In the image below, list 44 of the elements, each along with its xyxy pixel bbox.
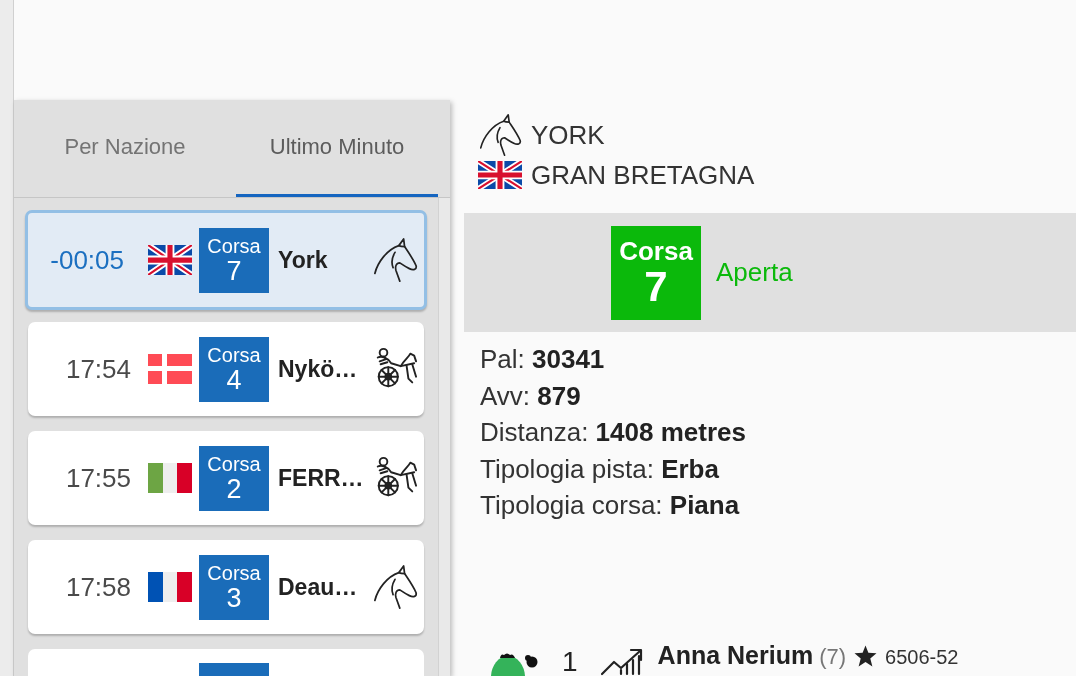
badge-label: Corsa	[207, 562, 261, 584]
race-number: 2	[226, 474, 242, 503]
race-info-line: Tipologia pista: Erba	[480, 452, 720, 486]
race-number: 7	[226, 256, 242, 285]
horse-head-icon	[372, 564, 418, 610]
draw-number: (7)	[819, 642, 847, 671]
badge-label: Corsa	[207, 235, 261, 257]
race-card[interactable]	[28, 649, 424, 676]
race-number: 4	[226, 365, 242, 394]
italy-flag-icon	[148, 463, 192, 493]
horse-head-icon	[478, 113, 522, 157]
denmark-flag-icon	[148, 354, 192, 384]
trend-up-icon	[599, 646, 645, 676]
uk-flag-icon	[148, 245, 192, 275]
country-name: GRAN BRETAGNA	[531, 159, 755, 191]
badge-label: Corsa	[619, 236, 693, 265]
venue-title: YORK	[531, 119, 605, 151]
race-info-line: Distanza: 1408 metres	[480, 416, 747, 449]
form-record: 6506-52	[885, 644, 959, 670]
race-status: Aperta	[716, 257, 793, 288]
venue-name: York	[278, 246, 329, 274]
venue-name: Nykö…	[278, 355, 359, 383]
badge-label: Corsa	[207, 344, 261, 366]
race-info-line: Avv: 879	[480, 379, 582, 413]
venue-name: Deau…	[278, 573, 359, 601]
race-number: 7	[644, 264, 668, 309]
race-number: 3	[226, 583, 242, 612]
horse-head-icon	[372, 237, 418, 283]
race-info-line: Tipologia corsa: Piana	[480, 489, 741, 522]
race-time: 17:55	[64, 462, 131, 494]
tab[interactable]: Per Nazione	[14, 100, 236, 197]
france-flag-icon	[148, 572, 192, 602]
race-time: -00:05	[49, 244, 125, 276]
venue-name: FERR…	[278, 464, 365, 492]
star-icon	[854, 644, 878, 667]
uk-flag-icon	[478, 161, 522, 189]
race-time: 17:54	[64, 353, 131, 385]
horse-name: Anna Nerium	[657, 639, 814, 670]
race-info-line: Pal: 30341	[480, 343, 606, 376]
race-time: 17:58	[64, 571, 131, 603]
tab[interactable]: Ultimo Minuto	[236, 100, 438, 197]
race-number-badge	[199, 663, 269, 676]
badge-label: Corsa	[207, 453, 261, 475]
runner-number: 1	[562, 647, 578, 676]
